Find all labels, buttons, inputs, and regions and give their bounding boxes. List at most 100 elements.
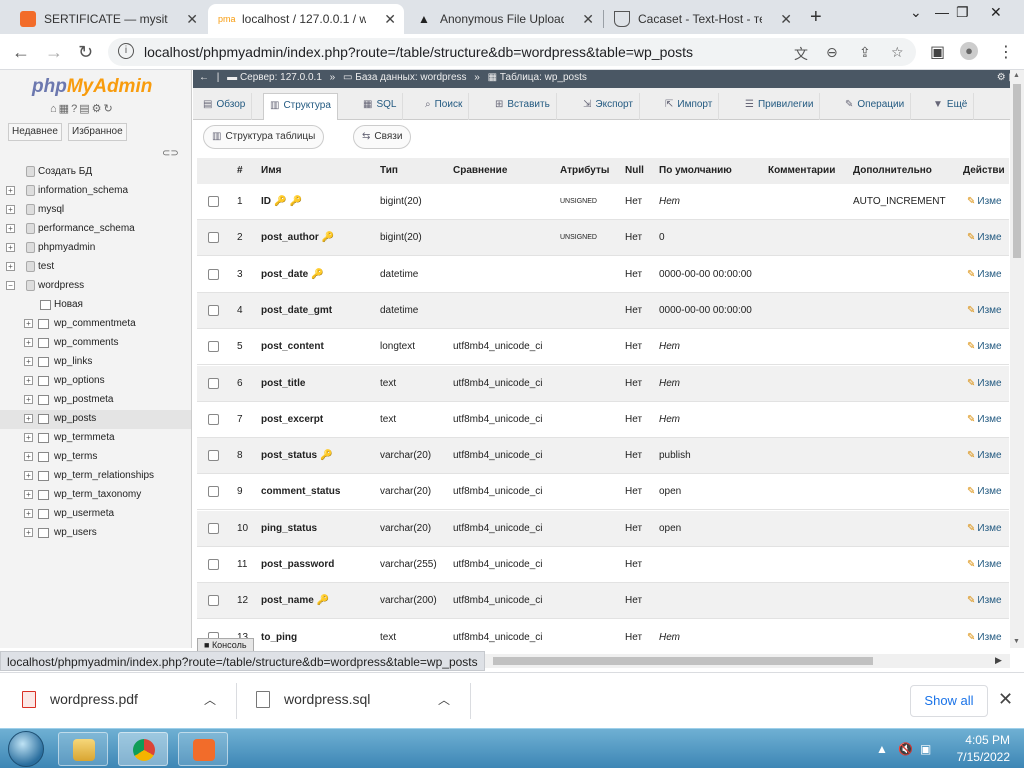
sidebar-table-item[interactable]: + wp_posts [0,410,191,429]
settings-gear-icon[interactable]: ⚙ [92,103,104,115]
edit-column-link[interactable]: ✎ Изме [967,486,1002,497]
help-icon[interactable]: ? [71,103,79,115]
tab-browse[interactable]: ▤ Обзор [197,93,253,120]
sidebar-table-item[interactable]: + wp_options [0,372,191,391]
back-button[interactable]: ← [12,42,30,63]
expand-icon[interactable]: + [24,452,33,461]
edit-column-link[interactable]: ✎ Изме [967,196,1002,207]
forward-button[interactable]: → [45,42,63,63]
expand-icon[interactable]: + [24,471,33,480]
row-checkbox[interactable] [208,341,219,353]
edit-column-link[interactable]: ✎ Изме [967,523,1002,534]
tab-insert[interactable]: ⊞ Вставить [489,93,557,120]
favorites-button[interactable]: Избранное [68,123,127,141]
sidebar-database-item[interactable]: + mysql [0,201,191,220]
sidebar-table-item[interactable]: + wp_commentmeta [0,315,191,334]
tab-sql[interactable]: ▦ SQL [357,93,404,120]
close-download-shelf-icon[interactable]: ✕ [998,689,1013,710]
network-icon[interactable]: ▣ [920,742,931,756]
close-tab-icon[interactable]: ✕ [384,11,396,28]
expand-icon[interactable]: + [24,528,33,537]
menu-kebab-icon[interactable]: ⋮ [998,42,1014,62]
expand-icon[interactable]: + [6,205,15,214]
sidebar-table-item[interactable]: + wp_termmeta [0,429,191,448]
expand-icon[interactable]: + [6,186,15,195]
sidebar-table-item[interactable]: + wp_terms [0,448,191,467]
scroll-up-icon[interactable]: ▲ [1013,72,1020,79]
expand-icon[interactable]: + [24,338,33,347]
relation-view-button[interactable]: ⇆ Связи [353,125,412,149]
tab-structure[interactable]: ▥ Структура [263,93,338,120]
column-header[interactable]: Имя [261,165,281,176]
sidebar-table-item[interactable]: + wp_comments [0,334,191,353]
link-with-main-panel-icon[interactable]: ⊂⊃ [162,148,179,159]
tab-operations[interactable]: ✎ Операции [839,93,912,120]
tab-privileges[interactable]: ☰ Привилегии [739,93,821,120]
edit-column-link[interactable]: ✎ Изме [967,632,1002,643]
tab-import[interactable]: ⇱ Импорт [659,93,720,120]
browser-tab-anonymous-upload[interactable]: ▲ Anonymous File Upload ✕ [406,4,602,34]
close-window-button[interactable]: ✕ [990,4,1002,21]
edit-column-link[interactable]: ✎ Изме [967,559,1002,570]
sidebar-database-item[interactable]: + information_schema [0,182,191,201]
sidebar-table-item[interactable]: + wp_links [0,353,191,372]
edit-column-link[interactable]: ✎ Изме [967,269,1002,280]
chevron-up-icon[interactable]: ︿ [204,691,216,708]
edit-column-link[interactable]: ✎ Изме [967,595,1002,606]
sidebar-table-item[interactable]: + wp_term_taxonomy [0,486,191,505]
taskbar-chrome[interactable] [118,732,168,766]
expand-icon[interactable]: + [24,490,33,499]
row-checkbox[interactable] [208,304,219,316]
new-tab-button[interactable]: + [810,6,822,29]
column-header[interactable]: Атрибуты [560,165,609,176]
site-info-icon[interactable]: i [118,43,134,59]
reload-nav-icon[interactable]: ↻ [103,103,114,115]
restore-button[interactable]: ❐ [956,4,969,21]
create-database-item[interactable]: Создать БД [0,163,191,182]
bookmark-star-icon[interactable]: ☆ [891,44,904,61]
sidebar-database-item[interactable]: + phpmyadmin [0,239,191,258]
translate-icon[interactable]: 文 [794,44,808,64]
sidebar-database-item[interactable]: + performance_schema [0,220,191,239]
browser-tab-cacaset[interactable]: Cacaset - Text-Host - текс ✕ [604,4,800,34]
column-header[interactable]: Null [625,165,644,176]
vertical-scrollbar[interactable]: ▲ ▼ [1010,70,1024,648]
row-checkbox[interactable] [208,268,219,280]
browser-tab-localhost[interactable]: pma localhost / 127.0.0.1 / wo ✕ [208,4,404,34]
expand-icon[interactable]: + [24,433,33,442]
row-checkbox[interactable] [208,450,219,462]
row-checkbox[interactable] [208,196,219,207]
show-all-downloads-button[interactable]: Show all [910,685,988,717]
sidebar-table-item[interactable]: + wp_users [0,524,191,543]
clock-date[interactable]: 7/15/2022 [948,750,1010,764]
column-header[interactable]: Комментарии [768,165,835,176]
edit-column-link[interactable]: ✎ Изме [967,378,1002,389]
sidebar-database-item[interactable]: − wordpress [0,277,191,296]
docs-icon[interactable]: ▤ [79,103,91,115]
expand-icon[interactable]: + [24,357,33,366]
sidebar-table-item[interactable]: + wp_postmeta [0,391,191,410]
home-icon[interactable]: ⌂ [50,103,59,115]
row-checkbox[interactable] [208,377,219,389]
taskbar-xampp[interactable] [178,732,228,766]
taskbar-explorer[interactable] [58,732,108,766]
exit-icon[interactable]: ▦ [59,103,71,115]
breadcrumb-table[interactable]: Таблица: wp_posts [500,72,587,83]
zoom-icon[interactable]: ⊖ [826,44,838,61]
scroll-right-icon[interactable]: ▶ [995,655,1002,666]
sidebar-panel-icon[interactable]: ▣ [930,42,945,62]
edit-column-link[interactable]: ✎ Изме [967,232,1002,243]
horizontal-scroll-thumb[interactable] [493,657,873,665]
row-checkbox[interactable] [208,522,219,534]
collapse-icon[interactable]: − [6,281,15,290]
chevron-up-icon[interactable]: ︿ [438,691,450,708]
row-checkbox[interactable] [208,486,219,498]
row-checkbox[interactable] [208,413,219,425]
breadcrumb-collapse-icon[interactable]: ← [199,72,209,83]
column-header[interactable]: По умолчанию [659,165,732,176]
download-item-sql[interactable]: wordpress.sql ︿ [256,687,456,715]
column-header[interactable]: Сравнение [453,165,507,176]
clock-time[interactable]: 4:05 PM [948,733,1010,747]
tab-export[interactable]: ⇲ Экспорт [577,93,640,120]
breadcrumb-database[interactable]: База данных: wordpress [355,72,466,83]
